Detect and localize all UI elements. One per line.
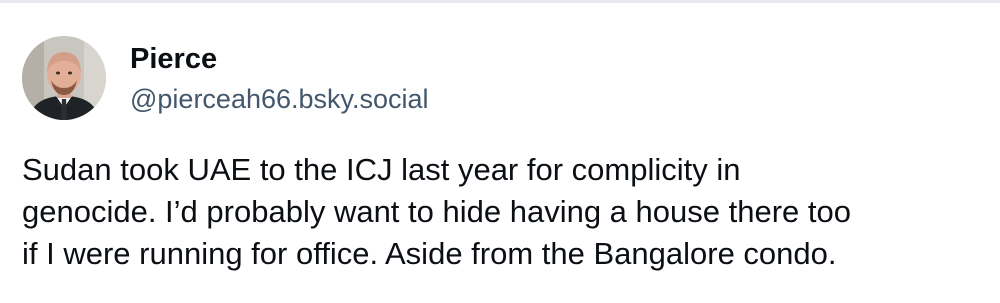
post-text-line: Sudan took UAE to the ICJ last year for … xyxy=(22,152,741,187)
post-text-line: genocide. I’d probably want to hide havi… xyxy=(22,194,851,229)
post-body-text: Sudan took UAE to the ICJ last year for … xyxy=(22,149,987,275)
post-card[interactable]: Pierce @pierceah66.bsky.social Sudan too… xyxy=(0,3,1000,303)
author-display-name[interactable]: Pierce xyxy=(130,41,217,77)
post-text-line: if I were running for office. Aside from… xyxy=(22,236,837,271)
user-avatar-icon xyxy=(22,36,106,120)
author-handle[interactable]: @pierceah66.bsky.social xyxy=(130,82,429,116)
author-avatar[interactable] xyxy=(22,36,106,120)
